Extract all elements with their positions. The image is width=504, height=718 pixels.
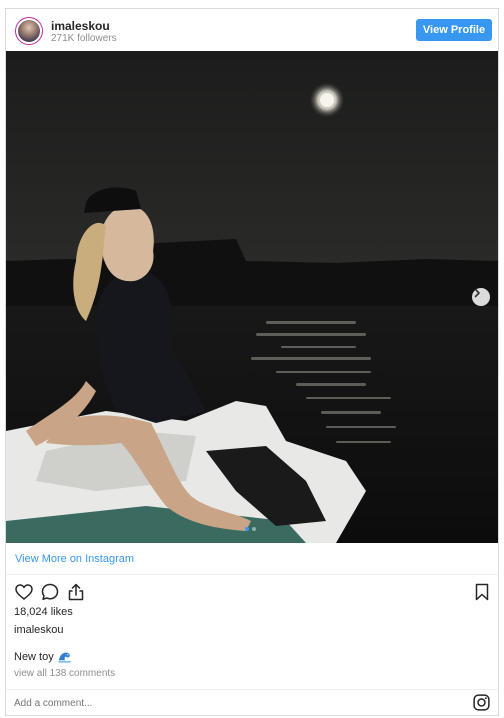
caption-text: New toy: [14, 650, 54, 663]
caption-username[interactable]: imaleskou: [14, 624, 64, 636]
carousel-next-button[interactable]: [472, 288, 490, 306]
wave-icon: [58, 652, 71, 663]
bookmark-icon[interactable]: [472, 582, 492, 602]
carousel-dot-1: [245, 527, 249, 531]
view-profile-button[interactable]: View Profile: [416, 19, 492, 41]
carousel-indicator: [245, 527, 256, 531]
like-count: 18,024 likes: [14, 606, 73, 618]
comment-bar: [6, 689, 498, 715]
caption: New toy: [14, 650, 71, 663]
chevron-right-icon: [474, 288, 480, 298]
post-photo[interactable]: [6, 51, 498, 543]
photo-scene: [6, 51, 498, 543]
follower-count: 271K followers: [51, 33, 117, 44]
avatar[interactable]: [15, 17, 43, 45]
post-header: imaleskou 271K followers View Profile: [6, 9, 498, 51]
share-icon[interactable]: [66, 582, 86, 602]
action-bar: [6, 579, 498, 605]
comment-input[interactable]: [14, 694, 454, 712]
instagram-logo-icon[interactable]: [473, 694, 490, 711]
avatar-image: [18, 20, 40, 42]
view-more-link[interactable]: View More on Instagram: [6, 543, 498, 575]
carousel-dot-2: [252, 527, 256, 531]
username[interactable]: imaleskou: [51, 19, 110, 33]
instagram-embed: imaleskou 271K followers View Profile Vi…: [5, 8, 499, 716]
view-all-comments-link[interactable]: view all 138 comments: [14, 668, 115, 679]
heart-icon[interactable]: [14, 582, 34, 602]
comment-icon[interactable]: [40, 582, 60, 602]
